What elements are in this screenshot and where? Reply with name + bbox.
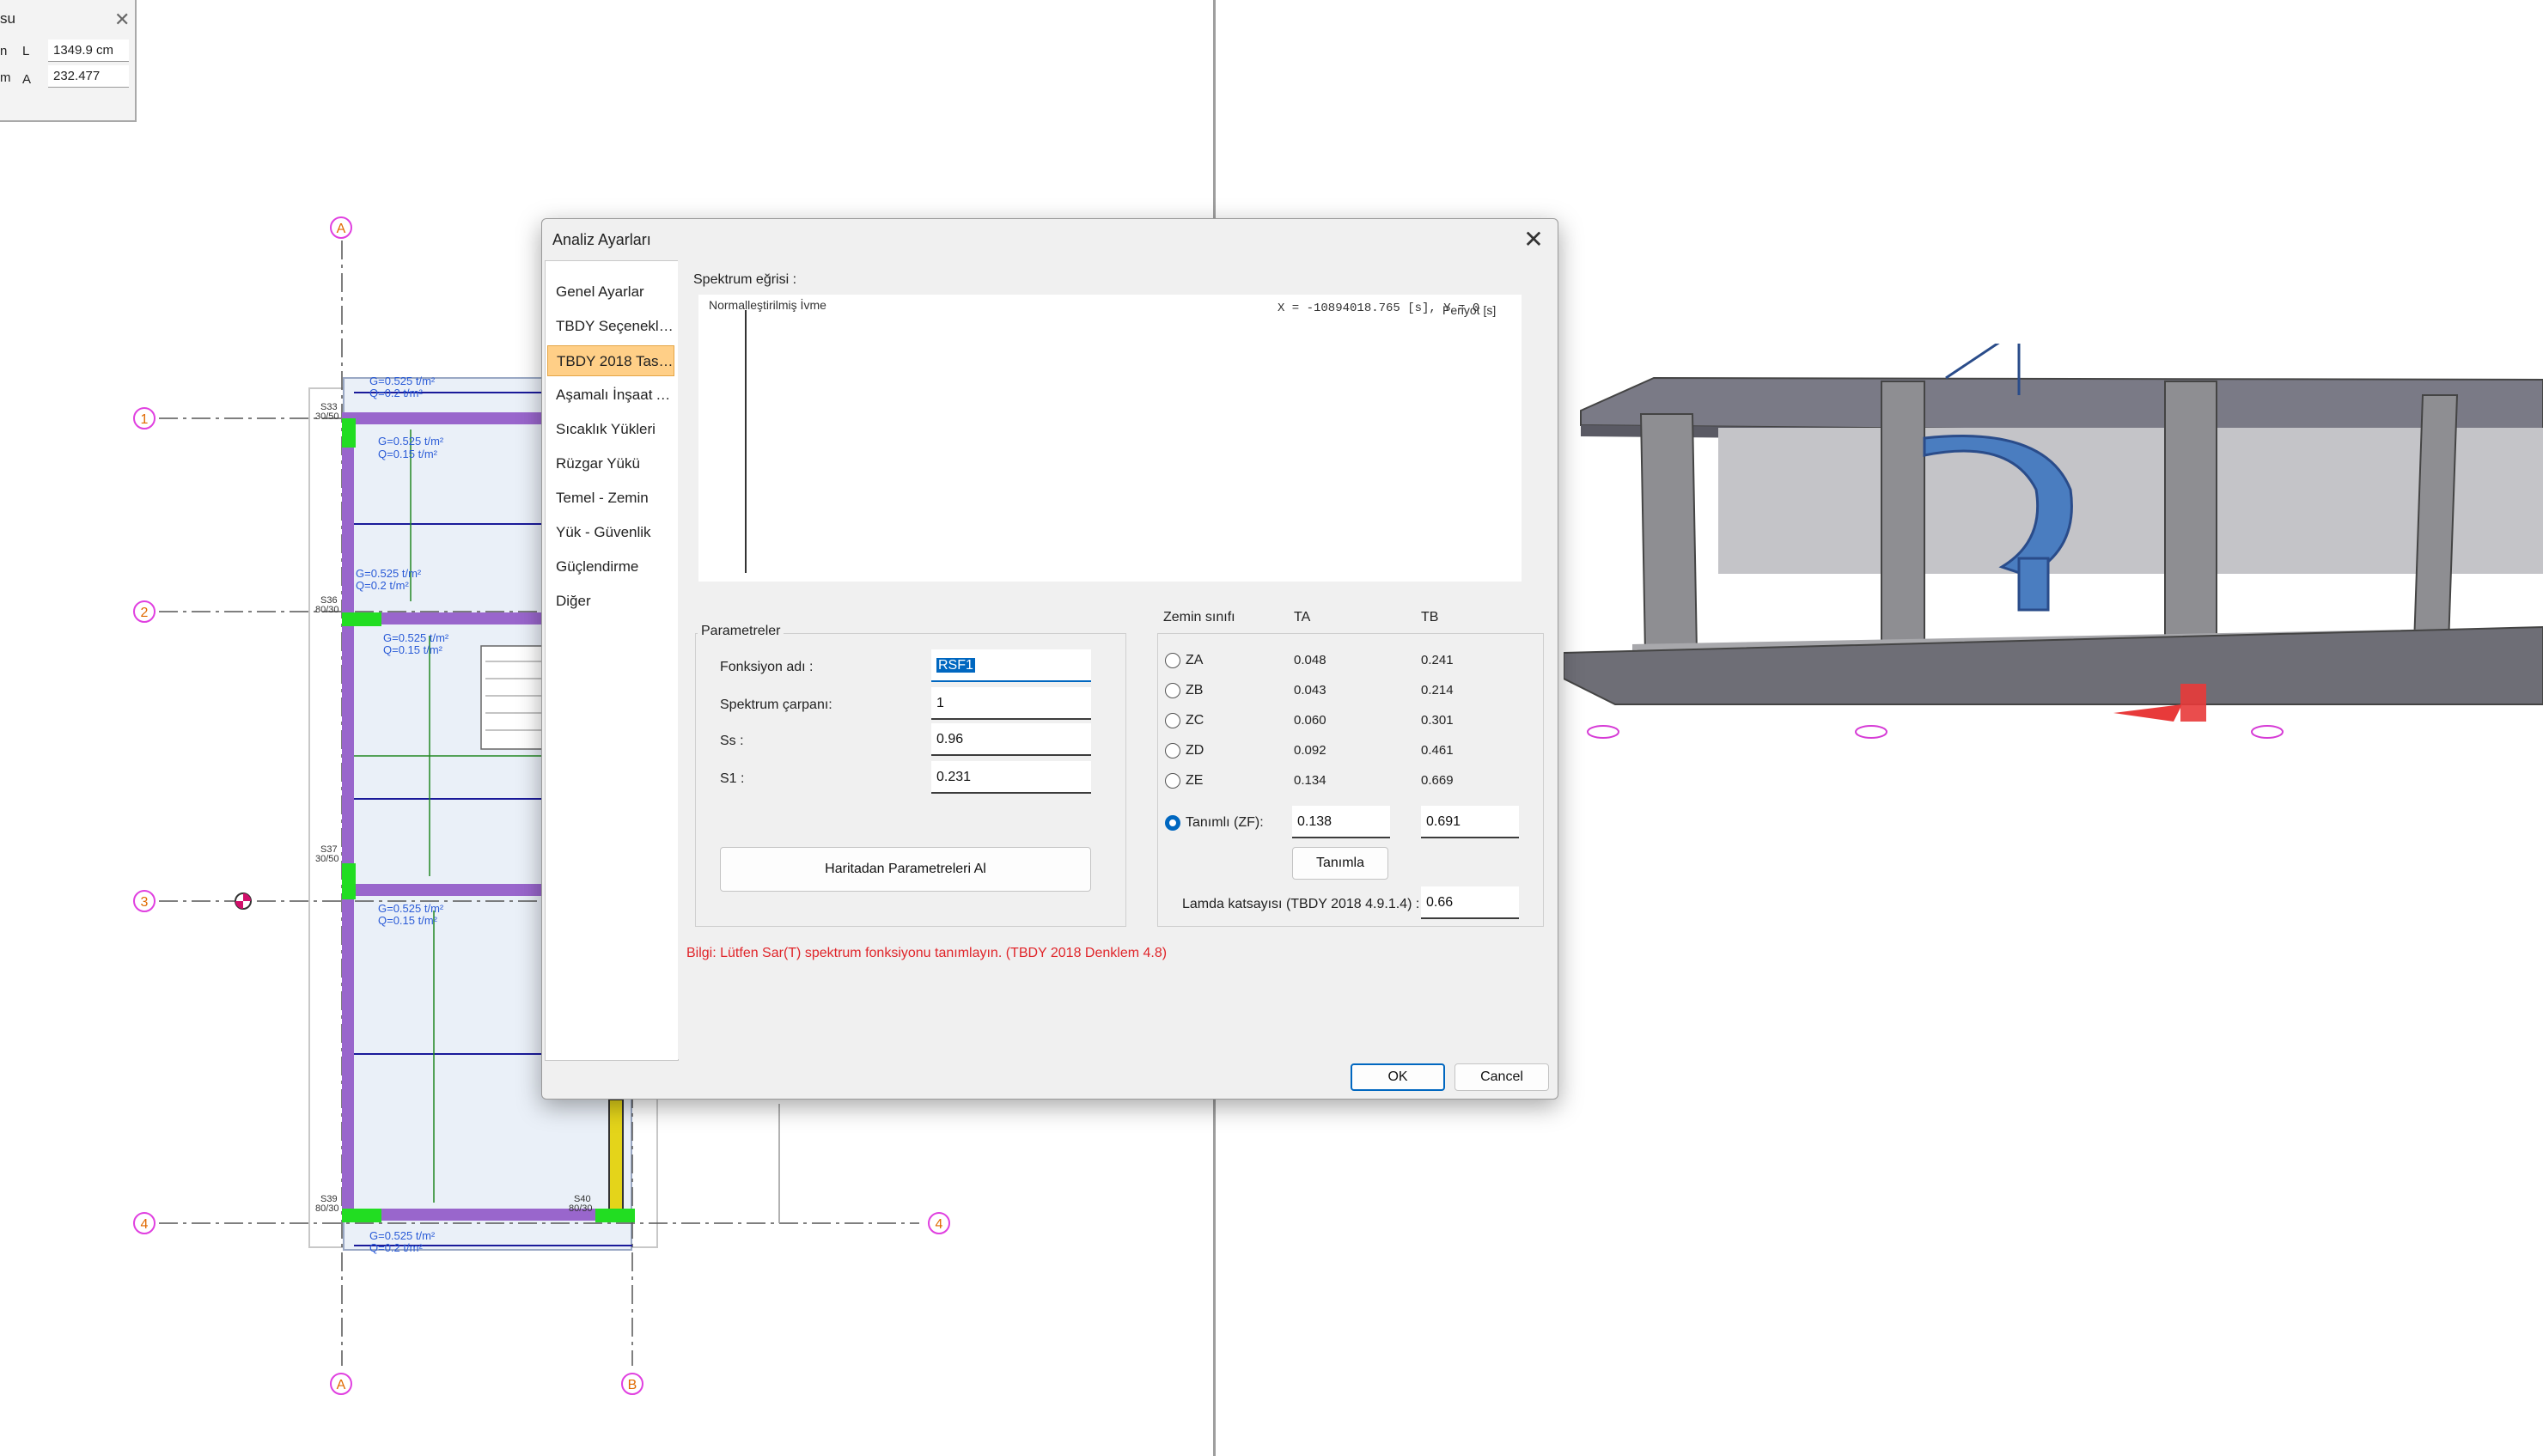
nav-item-foundation-soil[interactable]: Temel - Zemin: [547, 483, 674, 514]
soil-zf-radio[interactable]: [1165, 815, 1180, 831]
load-q-5: Q=0.15 t/m²: [378, 914, 438, 927]
nav-item-design-spectrum[interactable]: TBDY 2018 Tasarım Spektrumu: [547, 345, 674, 376]
spectrum-plot[interactable]: Normalleştirilmiş İvme X = -10894018.765…: [698, 295, 1522, 582]
spectrum-multiplier-label: Spektrum çarpanı:: [720, 698, 832, 712]
axis-label-a-top: A: [337, 222, 346, 236]
svg-text:30/50: 30/50: [315, 854, 339, 864]
custom-soil-label: Tanımlı (ZF):: [1186, 815, 1264, 830]
axis-label-b-bottom: B: [628, 1378, 637, 1392]
spectrum-x-label: Periyot [s]: [1442, 303, 1497, 317]
load-g-1: G=0.525 t/m²: [369, 375, 436, 387]
load-g-4: G=0.525 t/m²: [383, 631, 449, 644]
ta-column-header: TA: [1294, 610, 1311, 624]
analysis-settings-dialog: Analiz Ayarları ✕ Genel Ayarlar TBDY Seç…: [541, 218, 1558, 1100]
spectrum-settings-panel: Spektrum eğrisi : Normalleştirilmiş İvme…: [678, 260, 1556, 1059]
dialog-title: Analiz Ayarları: [552, 231, 651, 248]
soil-zb-radio[interactable]: [1165, 683, 1180, 698]
spectrum-y-axis: [745, 310, 747, 573]
svg-text:80/30: 80/30: [315, 605, 339, 615]
nav-item-staged-construction[interactable]: Aşamalı İnşaat Analizi: [547, 380, 674, 411]
parameters-group: Parametreler Fonksiyon adı : RSF1 Spektr…: [695, 624, 1126, 927]
beam-yellow: [608, 1099, 624, 1221]
model-3d-view[interactable]: [1564, 344, 2543, 756]
load-q-4: Q=0.15 t/m²: [383, 643, 443, 656]
axis-label-a-bottom: A: [337, 1378, 346, 1392]
ss-input[interactable]: 0.96: [931, 723, 1091, 756]
soil-zd-radio[interactable]: [1165, 743, 1180, 758]
function-name-label: Fonksiyon adı :: [720, 660, 814, 674]
axis-label-4-left: 4: [141, 1217, 149, 1232]
svg-text:80/30: 80/30: [569, 1203, 593, 1214]
s1-label: S1 :: [720, 771, 745, 786]
lambda-label: Lamda katsayısı (TBDY 2018 4.9.1.4) :: [1182, 897, 1420, 911]
close-icon[interactable]: ✕: [1518, 224, 1549, 255]
load-g-5: G=0.525 t/m²: [378, 902, 444, 915]
svg-text:30/50: 30/50: [315, 411, 339, 422]
axis-label-4-right: 4: [936, 1217, 943, 1232]
function-name-input[interactable]: RSF1: [931, 649, 1091, 682]
load-q-6: Q=0.2 t/m²: [369, 1241, 423, 1254]
parameters-group-label: Parametreler: [698, 624, 784, 639]
axis-label-3: 3: [141, 895, 149, 910]
axis-label-2: 2: [141, 606, 149, 620]
soil-zc-radio[interactable]: [1165, 713, 1180, 728]
load-q-1: Q=0.2 t/m²: [369, 387, 423, 399]
info-message: Bilgi: Lütfen Sar(T) spektrum fonksiyonu…: [686, 946, 1168, 960]
soil-class-group: Zemin sınıfı TA TB ZA 0.048 0.241 ZB 0.0…: [1157, 610, 1544, 927]
settings-nav: Genel Ayarlar TBDY Seçenekleri TBDY 2018…: [545, 260, 679, 1061]
nav-item-load-safety[interactable]: Yük - Güvenlik: [547, 517, 674, 548]
load-q-3: Q=0.2 t/m²: [356, 579, 409, 592]
spectrum-multiplier-input[interactable]: 1: [931, 687, 1091, 720]
load-q-2: Q=0.15 t/m²: [378, 448, 438, 460]
nav-item-general[interactable]: Genel Ayarlar: [547, 277, 674, 308]
nav-item-other[interactable]: Diğer: [547, 586, 674, 617]
svg-text:80/30: 80/30: [315, 1203, 339, 1214]
get-params-from-map-button[interactable]: Haritadan Parametreleri Al: [720, 847, 1091, 892]
nav-item-temperature-loads[interactable]: Sıcaklık Yükleri: [547, 414, 674, 445]
support-markers: [1587, 725, 2284, 739]
spectrum-group-label: Spektrum eğrisi :: [690, 272, 801, 288]
custom-tb-input[interactable]: 0.691: [1421, 806, 1519, 838]
soil-ze-radio[interactable]: [1165, 773, 1180, 789]
s1-input[interactable]: 0.231: [931, 761, 1091, 794]
axis-label-1: 1: [141, 412, 149, 427]
ss-label: Ss :: [720, 734, 744, 748]
spectrum-y-label: Normalleştirilmiş İvme: [709, 298, 826, 312]
load-g-2: G=0.525 t/m²: [378, 435, 444, 448]
load-g-3: G=0.525 t/m²: [356, 567, 422, 580]
soil-class-label: Zemin sınıfı: [1160, 610, 1239, 625]
cancel-button[interactable]: Cancel: [1454, 1063, 1549, 1091]
tb-column-header: TB: [1421, 610, 1439, 624]
nav-item-tbdy-options[interactable]: TBDY Seçenekleri: [547, 311, 674, 342]
load-g-6: G=0.525 t/m²: [369, 1229, 436, 1242]
lambda-input[interactable]: 0.66: [1421, 886, 1519, 919]
soil-za-radio[interactable]: [1165, 653, 1180, 668]
nav-item-strengthening[interactable]: Güçlendirme: [547, 551, 674, 582]
ok-button[interactable]: OK: [1351, 1063, 1445, 1091]
define-button[interactable]: Tanımla: [1292, 847, 1388, 880]
nav-item-wind-load[interactable]: Rüzgar Yükü: [547, 448, 674, 479]
custom-ta-input[interactable]: 0.138: [1292, 806, 1390, 838]
spectrum-curve-group: Spektrum eğrisi : Normalleştirilmiş İvme…: [686, 272, 1532, 592]
